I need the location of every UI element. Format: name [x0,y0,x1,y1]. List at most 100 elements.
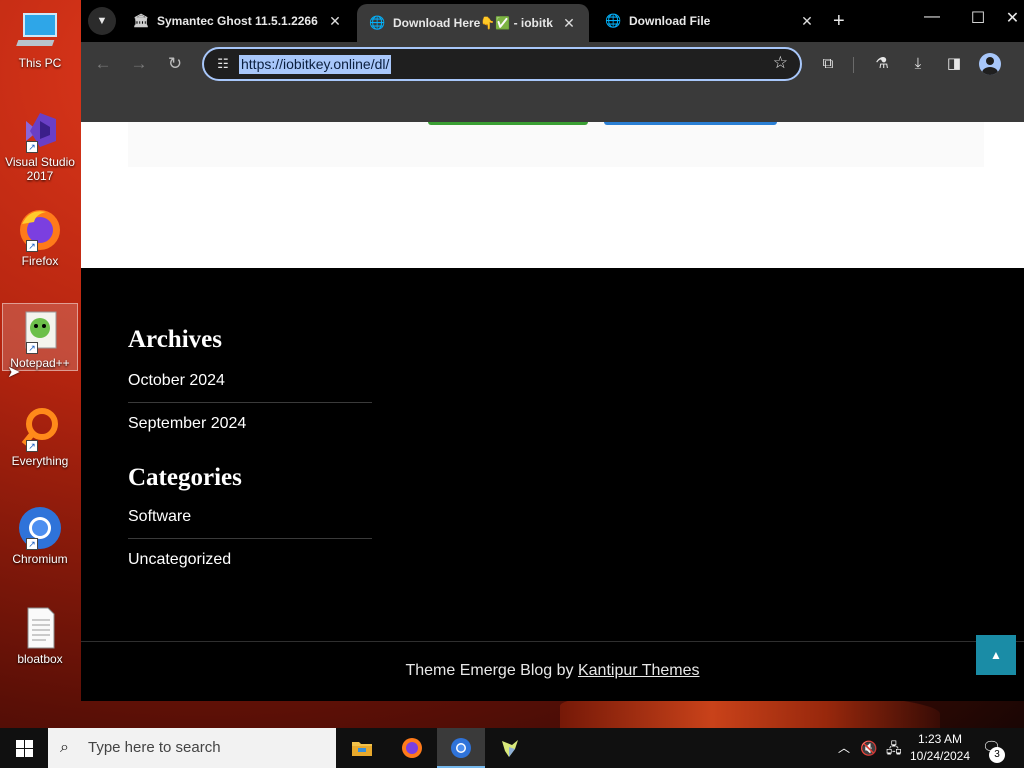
firefox-icon [402,738,422,758]
desktop-icon-label: Visual Studio 2017 [5,155,75,183]
content-area [81,122,1024,268]
taskbar-chromium[interactable] [437,728,485,768]
shortcut-arrow-icon: ↗ [26,342,38,354]
tab-title: Symantec Ghost 11.5.1.2266 : S [157,14,319,28]
close-window-button[interactable]: ✕ [1001,8,1024,28]
show-hidden-icons-button[interactable]: ︿ [838,728,856,768]
site-footer: Theme Emerge Blog by Kantipur Themes [81,641,1024,701]
system-clock[interactable]: 1:23 AM 10/24/2024 [905,731,975,765]
tab-download-file[interactable]: 🌐 Download File ✕ [593,4,827,38]
desktop-icon-label: Everything [11,454,69,468]
folder-icon [352,742,372,756]
divider [128,538,372,539]
desktop-icon-label: Firefox [21,254,59,268]
windows-logo-pane [25,740,33,748]
globe-icon: 🌐 [605,13,622,28]
download-icon[interactable]: ⤓ [906,54,930,78]
archive-link-september-2024[interactable]: September 2024 [128,415,246,433]
shortcut-arrow-icon: ↗ [26,440,38,452]
back-button[interactable]: ← [91,52,115,76]
tab-strip: ▼ 🏛 Symantec Ghost 11.5.1.2266 : S ✕ 🌐 D… [81,0,1024,42]
new-tab-button[interactable]: + [833,10,845,32]
volume-muted-icon[interactable]: 🔇 [860,728,882,768]
notepadpp-icon: ↗ [16,308,64,354]
start-button[interactable] [0,728,48,768]
library-icon: 🏛 [133,13,150,28]
taskbar: ⌕ Type here to search ︿ 🔇 🖧 1:23 AM 10/2… [0,728,1024,768]
taskbar-firefox[interactable] [388,728,436,768]
url-text[interactable]: https://iobitkey.online/dl/ [239,55,392,74]
categories-heading: Categories [128,464,242,491]
scroll-to-top-button[interactable]: ▲ [976,635,1016,675]
minimize-button[interactable]: — [909,8,955,26]
desktop-icon-chromium[interactable]: ↗ Chromium [2,500,78,568]
desktop-icon-label: This PC [18,56,62,70]
chromium-icon: ↗ [16,504,64,550]
address-bar[interactable]: ☷ https://iobitkey.online/dl/ ☆ [202,47,802,81]
toolbar-divider [853,57,854,73]
profile-avatar-icon[interactable] [979,53,1001,75]
tab-symantec-ghost[interactable]: 🏛 Symantec Ghost 11.5.1.2266 : S ✕ [121,4,355,38]
tab-title: Download Here👇✅ - iobitkey [393,16,553,30]
tab-download-here[interactable]: 🌐 Download Here👇✅ - iobitkey ✕ [357,4,589,42]
footer-theme-link[interactable]: Kantipur Themes [578,662,700,679]
footer-credit-text: Theme Emerge Blog by [405,662,574,679]
desktop-icon-bloatbox[interactable]: bloatbox [2,600,78,668]
close-icon[interactable]: ✕ [327,13,343,30]
windows-logo-pane [16,749,24,757]
site-settings-icon[interactable]: ☷ [214,55,232,73]
firefox-icon: ↗ [16,206,64,252]
text-file-icon [16,604,64,650]
taskbar-pinned-app[interactable] [486,728,534,768]
tab-search-button[interactable]: ▼ [88,7,116,35]
browser-toolbar: ← → ↻ ☷ https://iobitkey.online/dl/ ☆ ⧉ … [81,42,1024,122]
divider [128,402,372,403]
close-icon[interactable]: ✕ [561,15,577,32]
content-card [128,122,984,167]
chromium-icon [451,738,471,758]
network-icon[interactable]: 🖧 [886,728,906,768]
search-placeholder: Type here to search [88,739,221,756]
shortcut-arrow-icon: ↗ [26,240,38,252]
forward-button[interactable]: → [127,52,151,76]
shortcut-arrow-icon: ↗ [26,538,38,550]
desktop-icon-label: bloatbox [17,652,63,666]
search-icon: ⌕ [60,739,69,756]
computer-icon [16,8,64,54]
windows-logo-icon [16,740,24,748]
visual-studio-icon: ↗ [16,107,64,153]
reload-button[interactable]: ↻ [163,52,187,76]
page-viewport: Archives October 2024 September 2024 Cat… [81,122,1024,701]
globe-icon: 🌐 [369,15,386,30]
download-button-blue[interactable] [604,122,777,125]
download-button-green[interactable] [428,122,588,125]
windows-logo-pane [25,749,33,757]
desktop-icon-notepadpp[interactable]: ↗ Notepad++ [2,303,78,371]
clock-date: 10/24/2024 [909,749,971,763]
desktop-icon-label: Chromium [12,552,68,566]
shortcut-arrow-icon: ↗ [26,141,38,153]
desktop-icon-visual-studio[interactable]: ↗ Visual Studio 2017 [2,103,78,183]
taskbar-file-explorer[interactable] [338,728,386,768]
labs-flask-icon[interactable]: ⚗ [870,54,894,78]
taskbar-search-box[interactable]: ⌕ Type here to search [48,728,336,768]
maximize-button[interactable]: ☐ [955,8,1001,28]
close-icon[interactable]: ✕ [799,13,815,30]
desktop-icon-everything[interactable]: ↗ Everything [2,402,78,470]
desktop-icon-this-pc[interactable]: This PC [2,4,78,72]
notification-count-badge: 3 [989,747,1005,763]
archives-heading: Archives [128,326,222,353]
archive-link-october-2024[interactable]: October 2024 [128,372,225,390]
clock-time: 1:23 AM [917,732,963,746]
desktop-icon-firefox[interactable]: ↗ Firefox [2,202,78,270]
extensions-icon[interactable]: ⧉ [816,54,840,78]
bookmark-star-icon[interactable]: ☆ [773,53,788,73]
tab-title: Download File [629,14,711,28]
category-link-uncategorized[interactable]: Uncategorized [128,551,231,569]
mouse-cursor-icon: ➤ [7,364,21,381]
everything-search-icon: ↗ [16,406,64,452]
browser-window: ▼ 🏛 Symantec Ghost 11.5.1.2266 : S ✕ 🌐 D… [81,0,1024,701]
category-link-software[interactable]: Software [128,508,191,526]
bird-app-icon [502,740,518,757]
side-panel-icon[interactable]: ◨ [942,54,966,78]
